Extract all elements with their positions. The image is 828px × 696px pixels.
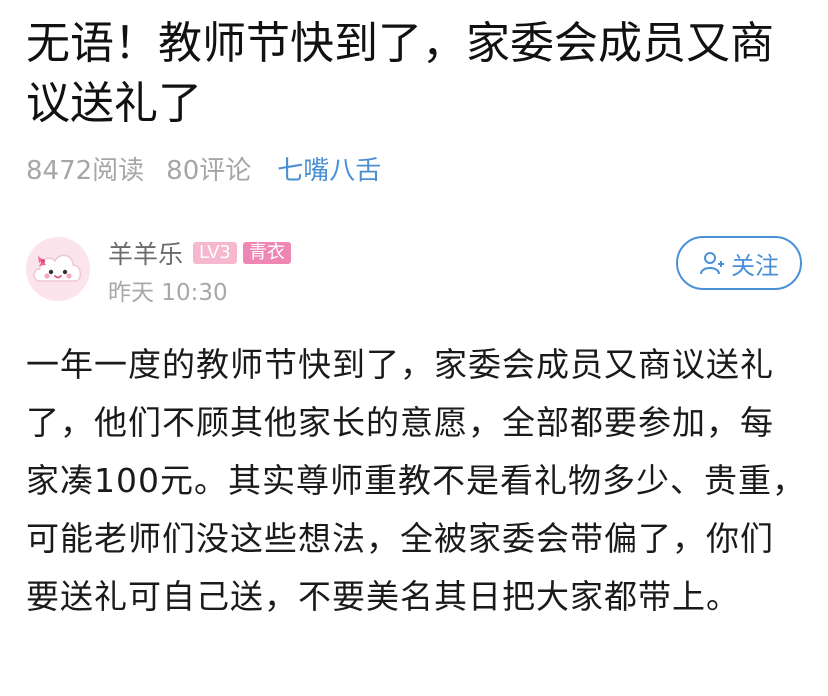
follow-button[interactable]: 关注 xyxy=(676,236,802,290)
post-meta: 8472阅读 80评论 七嘴八舌 xyxy=(26,150,381,186)
author-name[interactable]: 羊羊乐 xyxy=(108,235,183,271)
post-time: 昨天 10:30 xyxy=(108,280,228,306)
follow-label: 关注 xyxy=(731,251,779,280)
post-title: 无语！教师节快到了，家委会成员又商议送礼了 xyxy=(26,18,774,129)
comment-count[interactable]: 80评论 xyxy=(166,150,251,187)
role-badge: 青衣 xyxy=(242,242,291,264)
author-header: 羊羊乐 LV3 青衣 昨天 10:30 关注 xyxy=(26,233,802,306)
read-count: 8472阅读 xyxy=(26,155,145,186)
post-content: 一年一度的教师节快到了，家委会成员又商议送礼了，他们不顾其他家长的意愿，全部都要… xyxy=(26,345,806,616)
topic-link[interactable]: 七嘴八舌 xyxy=(277,150,381,187)
add-user-icon xyxy=(700,252,724,275)
author-name-row: 羊羊乐 LV3 青衣 xyxy=(108,235,297,271)
level-badge: LV3 xyxy=(193,242,237,264)
avatar[interactable] xyxy=(26,237,90,301)
cloud-girl-avatar-icon xyxy=(26,237,90,301)
